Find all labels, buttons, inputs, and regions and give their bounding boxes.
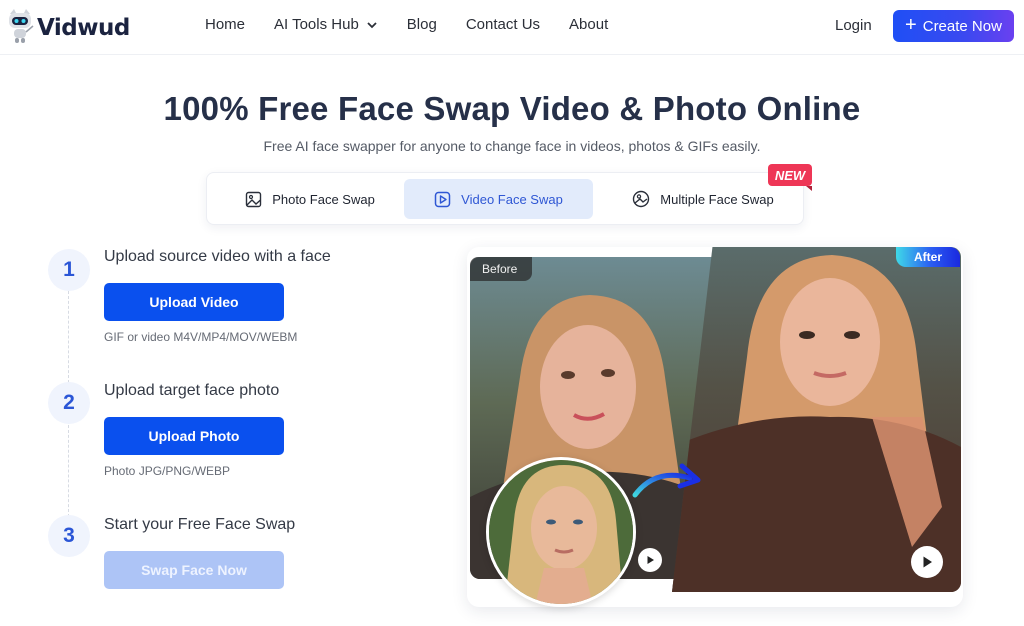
robot-mascot-icon <box>9 9 34 43</box>
target-face-thumbnail <box>486 457 636 607</box>
upload-photo-button[interactable]: Upload Photo <box>104 417 284 455</box>
nav-about[interactable]: About <box>569 16 608 33</box>
swap-arrow-icon <box>632 463 701 498</box>
nav-contact-us[interactable]: Contact Us <box>466 16 540 33</box>
plus-icon: + <box>905 13 917 36</box>
image-icon <box>245 191 262 207</box>
tab-multiple-face-swap-label: Multiple Face Swap <box>660 191 774 207</box>
before-label: Before <box>470 257 532 281</box>
main-nav: Home AI Tools Hub Blog Contact Us About <box>205 16 637 33</box>
nav-home[interactable]: Home <box>205 16 245 33</box>
step-2-hint: Photo JPG/PNG/WEBP <box>104 464 231 478</box>
multi-face-icon <box>633 190 650 208</box>
tab-video-face-swap[interactable]: Video Face Swap <box>404 179 593 219</box>
step-connector-line <box>68 425 69 517</box>
nav-blog[interactable]: Blog <box>407 16 437 33</box>
chevron-down-icon <box>367 21 377 28</box>
step-number-3: 3 <box>48 515 90 557</box>
play-icon <box>923 556 932 568</box>
nav-ai-tools-hub[interactable]: AI Tools Hub <box>274 16 378 33</box>
page-title: 100% Free Face Swap Video & Photo Online <box>163 90 861 127</box>
after-photo <box>672 247 961 592</box>
nav-blog-label: Blog <box>406 16 437 33</box>
tab-photo-face-swap[interactable]: Photo Face Swap <box>217 179 403 219</box>
step-connector-line <box>68 291 69 383</box>
nav-contact-us-label: Contact Us <box>465 16 541 33</box>
play-before-button[interactable] <box>638 548 662 572</box>
nav-home-label: Home <box>205 16 246 33</box>
upload-video-button[interactable]: Upload Video <box>104 283 284 321</box>
nav-ai-tools-hub-label: AI Tools Hub <box>274 16 359 33</box>
video-play-icon <box>434 191 451 207</box>
site-header: Vidwud Home AI Tools Hub Blog Contact Us… <box>0 0 1024 55</box>
after-label: After <box>896 247 960 267</box>
login-link[interactable]: Login <box>835 17 872 34</box>
page-subtitle: Free AI face swapper for anyone to chang… <box>263 138 761 154</box>
create-now-button[interactable]: + Create Now <box>893 10 1014 42</box>
step-1-hint: GIF or video M4V/MP4/MOV/WEBM <box>104 330 298 344</box>
target-face-photo <box>489 460 633 604</box>
brand-name: Vidwud <box>37 15 130 41</box>
after-image <box>672 247 961 592</box>
create-now-label: Create Now <box>922 17 1002 35</box>
step-1-title: Upload source video with a face <box>104 248 331 265</box>
step-3-title: Start your Free Face Swap <box>104 516 296 533</box>
brand-logo[interactable]: Vidwud <box>6 8 130 44</box>
play-after-button[interactable] <box>911 546 943 578</box>
tab-video-face-swap-label: Video Face Swap <box>461 191 563 207</box>
step-2-title: Upload target face photo <box>104 382 280 399</box>
step-number-1: 1 <box>48 249 90 291</box>
tab-photo-face-swap-label: Photo Face Swap <box>272 191 375 207</box>
nav-about-label: About <box>569 16 609 33</box>
swap-face-now-button[interactable]: Swap Face Now <box>104 551 284 589</box>
mode-tabs: Photo Face Swap Video Face Swap Multiple… <box>206 172 804 225</box>
play-icon <box>647 556 654 564</box>
step-number-2: 2 <box>48 382 90 424</box>
new-badge: NEW <box>768 164 812 191</box>
